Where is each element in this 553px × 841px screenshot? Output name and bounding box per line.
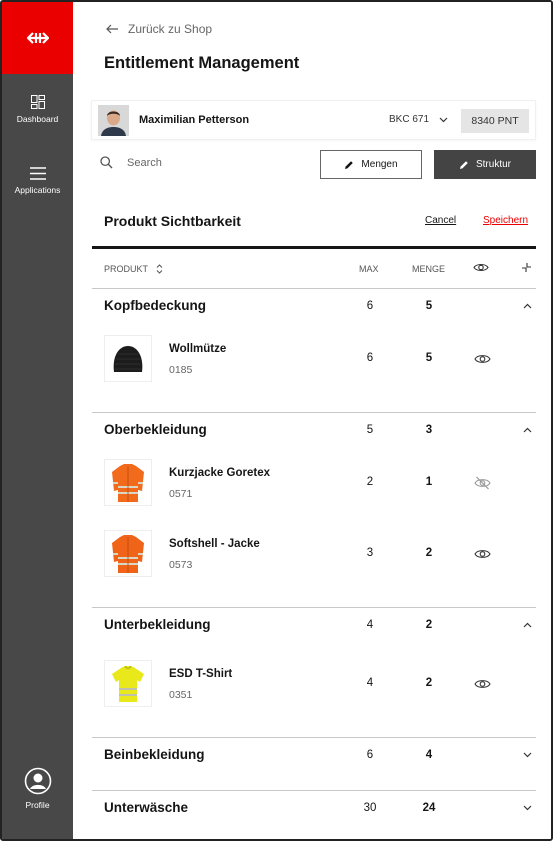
search-input[interactable]: Search: [100, 156, 162, 169]
chevron-down-icon[interactable]: [523, 805, 532, 811]
category-name: Unterwäsche: [104, 800, 189, 815]
account-select[interactable]: BKC 671: [389, 114, 448, 125]
product-code: 0571: [169, 488, 193, 500]
pencil-icon: [345, 160, 354, 169]
mengen-button-label: Mengen: [361, 159, 398, 170]
product-thumbnail: [104, 530, 152, 577]
product-thumbnail: [104, 335, 152, 382]
user-card: Maximilian Petterson BKC 671 8340 PNT: [91, 100, 536, 140]
struktur-button-label: Struktur: [475, 159, 511, 170]
sidebar-item-applications[interactable]: Applications: [2, 167, 73, 195]
category-name: Beinbekleidung: [104, 747, 205, 762]
product-thumbnail: [104, 660, 152, 707]
back-link-label: Zurück zu Shop: [128, 22, 213, 36]
category-max: 6: [366, 749, 374, 761]
row-divider: [92, 412, 536, 413]
avatar: [98, 105, 129, 136]
pencil-icon: [459, 160, 468, 169]
product-name: Softshell - Jacke: [169, 538, 260, 550]
category-menge: 24: [422, 802, 436, 814]
visibility-column-icon: [473, 262, 489, 275]
column-header-menge: MENGE: [412, 264, 446, 274]
category-menge: 5: [425, 300, 433, 312]
search-placeholder: Search: [127, 156, 162, 169]
category-name: Unterbekleidung: [104, 617, 211, 632]
category-max: 5: [366, 424, 374, 436]
product-max: 3: [366, 547, 374, 559]
sidebar-item-label: Applications: [14, 185, 61, 195]
product-code: 0351: [169, 689, 193, 701]
user-name: Maximilian Petterson: [139, 114, 250, 126]
sidebar-item-profile[interactable]: Profile: [2, 767, 73, 810]
chevron-down-icon[interactable]: [523, 752, 532, 758]
sort-icon: [156, 264, 163, 274]
category-max: 30: [363, 802, 377, 814]
table-header: PRODUKT MAX MENGE: [92, 249, 536, 289]
product-menge: 5: [425, 352, 433, 364]
product-menge: 1: [425, 476, 433, 488]
struktur-button[interactable]: Struktur: [434, 150, 536, 179]
product-code: 0573: [169, 559, 193, 571]
category-menge: 3: [425, 424, 433, 436]
product-max: 6: [366, 352, 374, 364]
eye-off-icon[interactable]: [474, 476, 491, 490]
product-max: 2: [366, 476, 374, 488]
search-icon: [100, 156, 113, 169]
product-name: Wollmütze: [169, 343, 227, 355]
profile-icon: [24, 767, 51, 795]
dashboard-icon: [30, 95, 45, 109]
menu-icon: [29, 167, 46, 180]
category-name: Oberbekleidung: [104, 422, 207, 437]
eye-icon[interactable]: [474, 548, 491, 560]
arrow-left-icon: [106, 24, 118, 34]
mengen-button[interactable]: Mengen: [320, 150, 422, 179]
account-label: BKC 671: [389, 114, 430, 125]
sbb-logo-icon[interactable]: [2, 2, 73, 74]
back-link[interactable]: Zurück zu Shop: [106, 22, 212, 36]
cancel-link[interactable]: Cancel: [425, 215, 456, 226]
product-name: ESD T-Shirt: [169, 668, 233, 680]
chevron-up-icon[interactable]: [523, 622, 532, 628]
category-max: 6: [366, 300, 374, 312]
sidebar-item-label: Dashboard: [16, 114, 59, 124]
row-divider: [92, 607, 536, 608]
chevron-up-icon[interactable]: [523, 303, 532, 309]
page-title: Entitlement Management: [104, 54, 300, 72]
column-header-label: PRODUKT: [104, 264, 149, 274]
eye-icon[interactable]: [474, 678, 491, 690]
column-header-produkt[interactable]: PRODUKT: [104, 264, 163, 274]
sidebar-item-label: Profile: [25, 800, 50, 810]
chevron-up-icon[interactable]: [523, 427, 532, 433]
app-frame: Dashboard Applications Profile Zurück zu…: [0, 0, 553, 841]
row-divider: [92, 737, 536, 738]
points-badge: 8340 PNT: [461, 109, 529, 133]
product-thumbnail: [104, 459, 152, 506]
category-menge: 4: [425, 749, 433, 761]
product-code: 0185: [169, 364, 193, 376]
product-max: 4: [366, 677, 374, 689]
category-name: Kopfbedeckung: [104, 298, 207, 313]
save-link[interactable]: Speichern: [483, 215, 528, 226]
sidebar-item-dashboard[interactable]: Dashboard: [2, 95, 73, 124]
chevron-down-icon: [439, 117, 448, 122]
category-menge: 2: [425, 619, 433, 631]
section-title: Produkt Sichtbarkeit: [104, 213, 241, 229]
sidebar: Dashboard Applications Profile: [2, 2, 73, 839]
collapse-all-icon[interactable]: [521, 262, 532, 275]
category-max: 4: [366, 619, 374, 631]
main-content: Zurück zu Shop Entitlement Management Ma…: [73, 2, 551, 839]
product-menge: 2: [425, 547, 433, 559]
product-menge: 2: [425, 677, 433, 689]
row-divider: [92, 790, 536, 791]
eye-icon[interactable]: [474, 353, 491, 365]
column-header-max: MAX: [359, 264, 379, 274]
product-name: Kurzjacke Goretex: [169, 467, 270, 479]
